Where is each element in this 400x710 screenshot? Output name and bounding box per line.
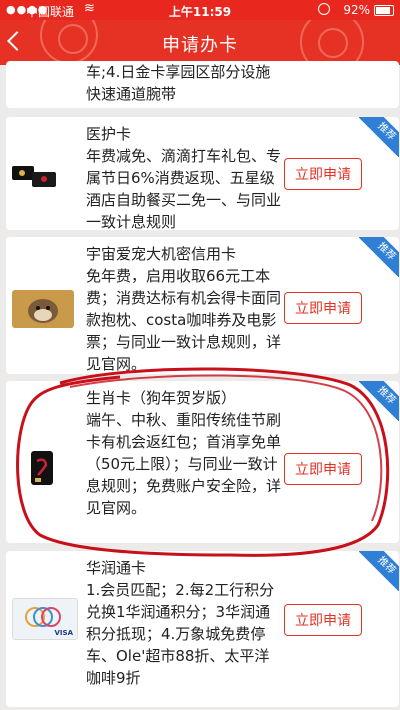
- status-bar: ●●●● 中国联通 ≋ 上午11:59 92%: [0, 0, 400, 20]
- card-description: 车;4.日金卡享园区部分设施快速通道腕带: [86, 63, 271, 103]
- apply-button-medical[interactable]: 立即申请: [284, 158, 362, 190]
- apply-button-crc[interactable]: 立即申请: [284, 604, 362, 636]
- card-name: 宇宙爱宠大机密信用卡: [86, 245, 237, 263]
- recommend-badge: 推荐: [359, 117, 399, 157]
- card-thumbnail: [12, 162, 58, 190]
- battery-icon: [374, 5, 394, 16]
- card-list: 车;4.日金卡享园区部分设施快速通道腕带 推荐 医护卡 年费减免、滴滴打车礼包、…: [0, 61, 400, 710]
- recommend-badge: 推荐: [359, 381, 399, 421]
- card-name: 生肖卡（狗年贺岁版）: [86, 389, 237, 407]
- card-thumbnail: [12, 290, 74, 328]
- card-thumbnail: [31, 451, 53, 485]
- card-description: 免年费，启用收取66元工本费；消费达标有机会得卡面同款抱枕、costa咖啡券及电…: [86, 267, 282, 373]
- card-item-pet: 推荐 宇宙爱宠大机密信用卡 免年费，启用收取66元工本费；消费达标有机会得卡面同…: [6, 237, 399, 374]
- recommend-badge: 推荐: [359, 551, 399, 591]
- recommend-badge: 推荐: [359, 237, 399, 277]
- card-name: 华润通卡: [86, 559, 147, 577]
- card-item-crc: 推荐 VISA 华润通卡 1.会员匹配；2.每2工行积分兑换1华润通积分；3华润…: [6, 551, 399, 707]
- card-description: 年费减免、滴滴打车礼包、专属节日6%消费返现、五星级酒店自助餐买二免一、与同业一…: [86, 147, 282, 230]
- apply-button-pet[interactable]: 立即申请: [284, 292, 362, 324]
- apply-button-zodiac[interactable]: 立即申请: [284, 453, 362, 485]
- card-name: 医护卡: [86, 125, 132, 143]
- card-item-partial: 车;4.日金卡享园区部分设施快速通道腕带: [6, 61, 399, 108]
- visa-logo: VISA: [54, 629, 73, 637]
- battery-percent: 92%: [343, 3, 370, 17]
- card-item-medical: 推荐 医护卡 年费减免、滴滴打车礼包、专属节日6%消费返现、五星级酒店自助餐买二…: [6, 117, 399, 230]
- card-description: 1.会员匹配；2.每2工行积分兑换1华润通积分；3华润通积分抵现；4.万象城免费…: [86, 581, 275, 687]
- nav-bar: 申请办卡: [0, 20, 400, 65]
- page-title: 申请办卡: [162, 35, 238, 56]
- orientation-lock-icon: [318, 3, 330, 15]
- card-thumbnail: VISA: [12, 598, 78, 640]
- card-item-zodiac: 推荐 生肖卡（狗年贺岁版） 端午、中秋、重阳传统佳节刷卡有机会返红包；首消享免单…: [6, 381, 399, 543]
- card-description: 端午、中秋、重阳传统佳节刷卡有机会返红包；首消享免单（50元上限）；与同业一致计…: [86, 411, 282, 517]
- clock: 上午11:59: [168, 5, 232, 19]
